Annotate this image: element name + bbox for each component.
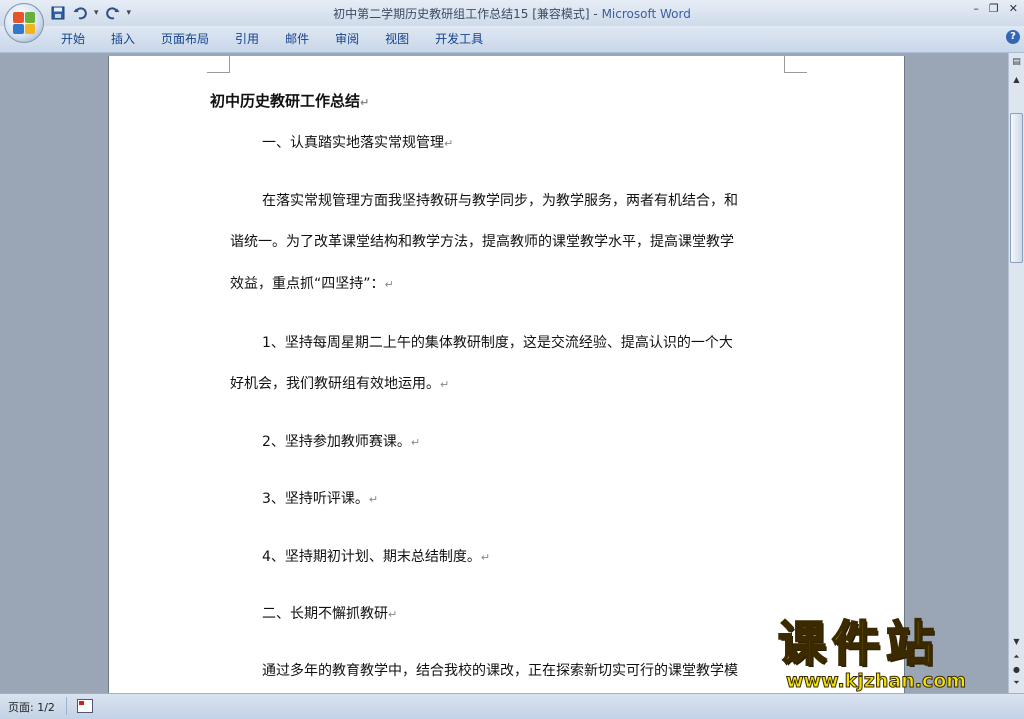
vertical-scrollbar[interactable]: ▤ ▲ ▼ ⏶ ● ⏷: [1008, 53, 1024, 693]
help-icon[interactable]: ?: [1006, 30, 1020, 44]
paragraph-line[interactable]: 3、坚持听评课。↵: [262, 488, 378, 508]
document-title: 初中第二学期历史教研组工作总结15 [兼容模式]: [333, 7, 590, 21]
paragraph-line[interactable]: 4、坚持期初计划、期末总结制度。↵: [262, 546, 490, 566]
paragraph-mark: ↵: [360, 96, 370, 109]
window-controls: – ❐ ✕: [973, 2, 1018, 15]
tab-insert[interactable]: 插入: [98, 30, 148, 48]
ribbon: 开始 插入 页面布局 引用 邮件 审阅 视图 开发工具 ?: [0, 26, 1024, 53]
paragraph-mark: ↵: [384, 278, 394, 291]
tab-home[interactable]: 开始: [48, 30, 98, 48]
title-bar: ▾ ▾ 初中第二学期历史教研组工作总结15 [兼容模式] - Microsoft…: [0, 0, 1024, 26]
tab-developer[interactable]: 开发工具: [422, 30, 496, 48]
tab-mailings[interactable]: 邮件: [272, 30, 322, 48]
paragraph-line[interactable]: 二、长期不懈抓教研↵: [262, 603, 397, 623]
paragraph-mark: ↵: [388, 608, 398, 621]
select-browse-object-icon[interactable]: ●: [1010, 664, 1023, 676]
previous-page-icon[interactable]: ⏶: [1010, 651, 1023, 663]
ruler-toggle-icon[interactable]: ▤: [1010, 57, 1023, 69]
office-button[interactable]: [4, 3, 44, 43]
paragraph-mark: ↵: [410, 436, 421, 449]
tab-references[interactable]: 引用: [222, 30, 272, 48]
status-divider: [66, 697, 67, 715]
window-title: 初中第二学期历史教研组工作总结15 [兼容模式] - Microsoft Wor…: [0, 5, 1024, 22]
paragraph-line[interactable]: 在落实常规管理方面我坚持教研与教学同步，为教学服务，两者有机结合，和: [262, 190, 738, 210]
paragraph-line[interactable]: 通过多年的教育教学中，结合我校的课改，正在探索新切实可行的课堂教学模: [262, 660, 738, 680]
document-workspace: 初中历史教研工作总结↵ 一、认真踏实地落实常规管理↵ 在落实常规管理方面我坚持教…: [0, 53, 1008, 693]
watermark-logo-text: 课件站: [777, 615, 941, 673]
app-name: Microsoft Word: [601, 7, 691, 21]
restore-button[interactable]: ❐: [989, 2, 999, 15]
paragraph-line[interactable]: 谐统一。为了改革课堂结构和教学方法，提高教师的课堂教学水平，提高课堂教学: [230, 231, 734, 251]
paragraph-mark: ↵: [440, 378, 450, 391]
macro-record-icon[interactable]: [77, 699, 93, 713]
document-heading[interactable]: 初中历史教研工作总结↵: [210, 90, 369, 111]
office-logo-icon: [13, 12, 35, 34]
margin-corner-left: [207, 56, 230, 73]
page-number-status[interactable]: 页面: 1/2: [8, 699, 55, 715]
close-button[interactable]: ✕: [1009, 2, 1018, 15]
title-separator: -: [589, 7, 602, 21]
status-bar: 页面: 1/2: [0, 693, 1024, 719]
minimize-button[interactable]: –: [973, 2, 979, 15]
paragraph-mark: ↵: [444, 137, 454, 150]
paragraph-line[interactable]: 效益，重点抓“四坚持”：↵: [230, 273, 394, 293]
watermark-url: www.kjzhan.com: [785, 670, 967, 693]
paragraph-line[interactable]: 2、坚持参加教师赛课。↵: [262, 431, 420, 451]
paragraph-line[interactable]: 好机会，我们教研组有效地运用。↵: [230, 373, 449, 393]
paragraph-line[interactable]: 1、坚持每周星期二上午的集体教研制度，这是交流经验、提高认识的一个大: [262, 332, 733, 352]
site-watermark: 课件站 www.kjzhan.com: [777, 615, 1004, 696]
scroll-thumb[interactable]: [1010, 113, 1023, 263]
scroll-up-arrow-icon[interactable]: ▲: [1010, 73, 1023, 86]
next-page-icon[interactable]: ⏷: [1010, 677, 1023, 689]
paragraph-mark: ↵: [480, 551, 491, 564]
margin-corner-right: [784, 56, 807, 73]
paragraph-mark: ↵: [368, 493, 379, 506]
tab-view[interactable]: 视图: [372, 30, 422, 48]
ribbon-tabs: 开始 插入 页面布局 引用 邮件 审阅 视图 开发工具: [48, 30, 496, 48]
scroll-down-arrow-icon[interactable]: ▼: [1010, 635, 1023, 648]
document-page[interactable]: 初中历史教研工作总结↵ 一、认真踏实地落实常规管理↵ 在落实常规管理方面我坚持教…: [109, 56, 904, 693]
paragraph-line[interactable]: 一、认真踏实地落实常规管理↵: [262, 132, 453, 152]
tab-page-layout[interactable]: 页面布局: [148, 30, 222, 48]
tab-review[interactable]: 审阅: [322, 30, 372, 48]
